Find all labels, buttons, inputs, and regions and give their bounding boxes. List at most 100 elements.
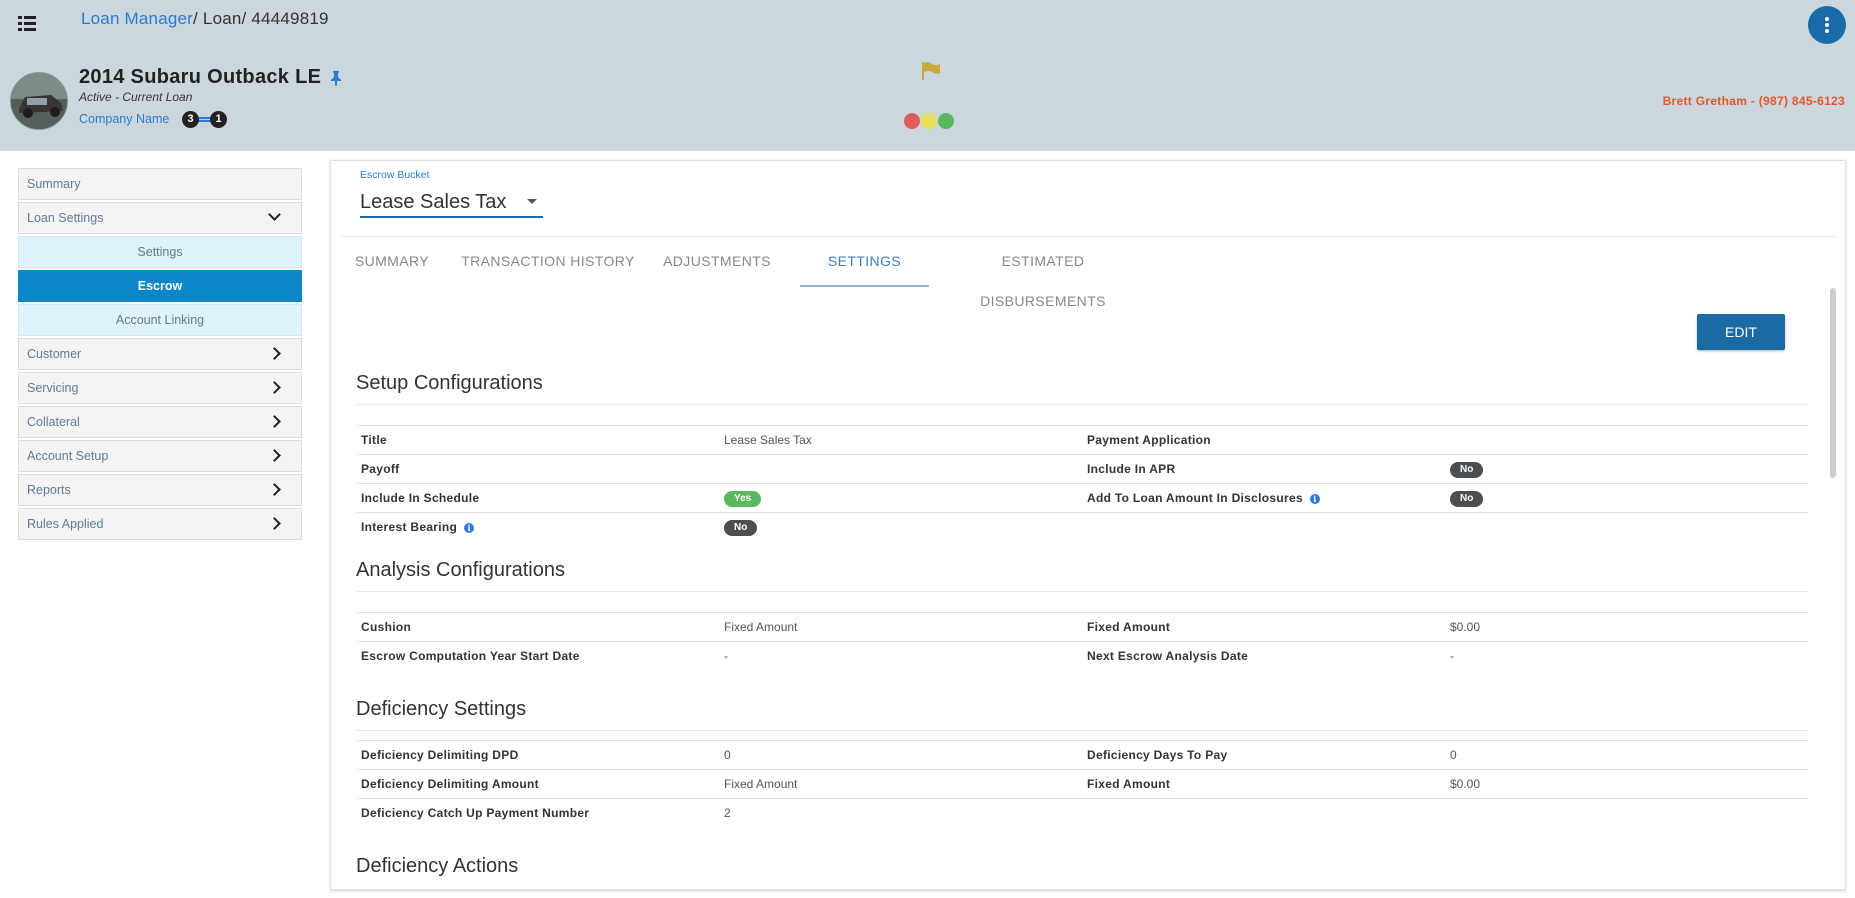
field-value: - <box>1445 641 1808 671</box>
setup-table: Title Lease Sales Tax Payment Applicatio… <box>356 425 1808 542</box>
sidebar-item-servicing[interactable]: Servicing <box>18 372 302 404</box>
table-row: Deficiency Delimiting Amount Fixed Amoun… <box>356 769 1808 799</box>
field-value: Fixed Amount <box>719 769 1082 799</box>
field-value: Yes <box>719 483 1082 513</box>
sidebar-item-customer[interactable]: Customer <box>18 338 302 370</box>
table-row: Interest Bearing i No <box>356 512 1808 542</box>
sidebar-item-label: Reports <box>27 483 71 497</box>
section-title-setup: Setup Configurations <box>356 372 543 394</box>
field-label: Next Escrow Analysis Date <box>1082 641 1445 671</box>
field-value: $0.00 <box>1445 612 1808 642</box>
breadcrumb-separator: / <box>193 9 198 28</box>
breadcrumb-loan-id: 44449819 <box>251 9 329 28</box>
edit-button[interactable]: EDIT <box>1697 314 1785 350</box>
chevron-right-icon <box>268 449 281 462</box>
chevron-down-icon <box>268 208 281 221</box>
table-row: Deficiency Delimiting DPD 0 Deficiency D… <box>356 740 1808 770</box>
section-title-analysis: Analysis Configurations <box>356 559 565 581</box>
field-label: Escrow Computation Year Start Date <box>356 641 719 671</box>
field-label: Deficiency Days To Pay <box>1082 740 1445 770</box>
breadcrumb-loan-manager[interactable]: Loan Manager <box>81 9 193 28</box>
sidebar-item-collateral[interactable]: Collateral <box>18 406 302 438</box>
field-value <box>719 454 1082 484</box>
field-label: Payment Application <box>1082 425 1445 455</box>
field-label-text: Interest Bearing <box>361 520 458 535</box>
field-value: No <box>1445 454 1808 484</box>
field-label: Payoff <box>356 454 719 484</box>
status-badge: No <box>1450 490 1484 507</box>
linked-accounts-badges[interactable]: 3 1 <box>182 111 228 128</box>
status-badge: No <box>724 519 758 536</box>
vehicle-avatar <box>10 72 68 130</box>
field-label: Fixed Amount <box>1082 769 1445 799</box>
section-title-deficiency-actions: Deficiency Actions <box>356 855 519 877</box>
field-value: 0 <box>719 740 1082 770</box>
sidebar-item-account-setup[interactable]: Account Setup <box>18 440 302 472</box>
field-value: No <box>719 512 1082 542</box>
table-row: Title Lease Sales Tax Payment Applicatio… <box>356 425 1808 455</box>
field-label: Deficiency Delimiting DPD <box>356 740 719 770</box>
loan-status: Active - Current Loan <box>79 90 193 104</box>
field-label: Fixed Amount <box>1082 612 1445 642</box>
field-value <box>1445 798 1808 828</box>
tab-adjustments[interactable]: ADJUSTMENTS <box>653 241 781 287</box>
info-icon[interactable]: i <box>1309 494 1320 504</box>
field-value: Fixed Amount <box>719 612 1082 642</box>
link-connector <box>197 117 211 122</box>
sidebar-item-label: Servicing <box>27 381 79 395</box>
sidebar-item-label: Escrow <box>137 279 183 293</box>
tab-summary[interactable]: SUMMARY <box>341 241 443 287</box>
field-value: No <box>1445 483 1808 513</box>
field-value: - <box>719 641 1082 671</box>
escrow-bucket-select[interactable]: Lease Sales Tax <box>360 187 543 218</box>
status-light-red <box>904 113 920 129</box>
sidebar-item-rules-applied[interactable]: Rules Applied <box>18 508 302 540</box>
tab-transaction-history[interactable]: TRANSACTION HISTORY <box>454 241 642 287</box>
field-value: Lease Sales Tax <box>719 425 1082 455</box>
table-row: Payoff Include In APR No <box>356 454 1808 484</box>
escrow-bucket-value: Lease Sales Tax <box>360 191 507 213</box>
breadcrumb-loan[interactable]: Loan <box>203 9 242 28</box>
sidebar-subitem-account-linking[interactable]: Account Linking <box>18 304 302 336</box>
status-badge: No <box>1450 461 1484 478</box>
vehicle-title: 2014 Subaru Outback LE <box>79 66 322 88</box>
tab-estimated-disbursements[interactable]: ESTIMATED DISBURSEMENTS <box>938 241 1148 309</box>
divider <box>341 236 1837 237</box>
section-divider <box>356 404 1808 405</box>
scrollbar[interactable] <box>1830 288 1836 478</box>
field-value: $0.00 <box>1445 769 1808 799</box>
sidebar-item-label: Loan Settings <box>27 211 104 225</box>
status-light-green <box>938 113 954 129</box>
chevron-right-icon <box>268 517 281 530</box>
status-badge: Yes <box>724 490 762 507</box>
badge-count-right: 1 <box>210 111 227 128</box>
company-name-link[interactable]: Company Name <box>79 112 169 126</box>
table-row: Include In Schedule Yes Add To Loan Amou… <box>356 483 1808 513</box>
escrow-panel: Escrow Bucket Lease Sales Tax SUMMARY TR… <box>330 160 1846 890</box>
field-label-text: Add To Loan Amount In Disclosures <box>1087 491 1303 505</box>
field-value <box>1445 425 1808 455</box>
sidebar-item-label: Customer <box>27 347 82 361</box>
chevron-right-icon <box>268 381 281 394</box>
table-row: Escrow Computation Year Start Date - Nex… <box>356 641 1808 671</box>
sidebar-item-label: Collateral <box>27 415 80 429</box>
sidebar-item-label: Account Setup <box>27 449 109 463</box>
sidebar-subitem-settings[interactable]: Settings <box>18 236 302 268</box>
field-value <box>1445 512 1808 542</box>
flag-icon[interactable] <box>920 61 942 81</box>
status-light-yellow <box>921 113 937 129</box>
sidebar-subitem-escrow[interactable]: Escrow <box>18 270 302 302</box>
sidebar-item-summary[interactable]: Summary <box>18 168 302 200</box>
pin-icon[interactable] <box>329 70 343 86</box>
field-label: Title <box>356 425 719 455</box>
breadcrumb-separator: / <box>241 9 247 28</box>
sidebar-item-label: Account Linking <box>115 313 205 327</box>
info-icon[interactable]: i <box>464 523 475 534</box>
customer-contact[interactable]: Brett Gretham - (987) 845-6123 <box>1663 94 1845 108</box>
more-options-icon[interactable] <box>1808 6 1846 44</box>
tab-settings[interactable]: SETTINGS <box>800 241 929 287</box>
menu-icon[interactable] <box>18 16 36 32</box>
sidebar-item-loan-settings[interactable]: Loan Settings <box>18 202 302 234</box>
sidebar-item-reports[interactable]: Reports <box>18 474 302 506</box>
field-label: Include In Schedule <box>356 483 719 513</box>
